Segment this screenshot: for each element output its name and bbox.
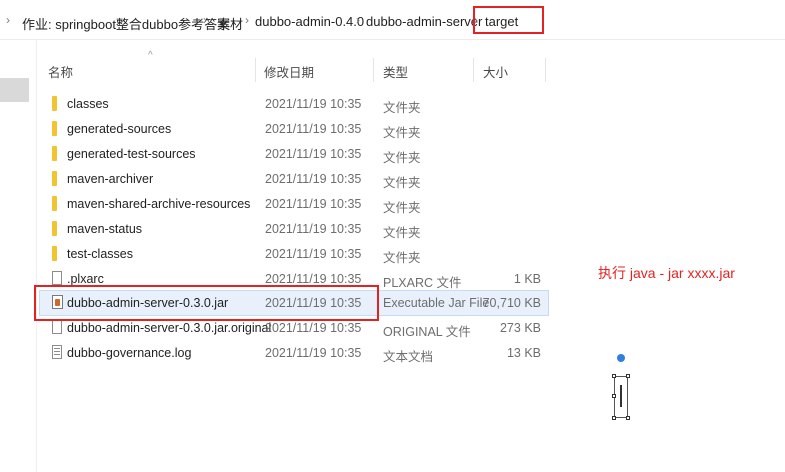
navigation-pane[interactable] bbox=[0, 40, 37, 472]
file-type: PLXARC 文件 bbox=[383, 276, 462, 290]
resize-handle[interactable] bbox=[612, 416, 616, 420]
file-date: 2021/11/19 10:35 bbox=[265, 296, 362, 310]
text-cursor-icon bbox=[620, 385, 622, 407]
column-divider[interactable] bbox=[545, 58, 546, 82]
folder-icon bbox=[52, 121, 57, 136]
jar-file-icon bbox=[52, 295, 63, 309]
folder-icon bbox=[52, 171, 57, 186]
folder-icon bbox=[52, 196, 57, 211]
file-name: maven-archiver bbox=[67, 172, 154, 186]
chevron-right-icon[interactable]: › bbox=[356, 13, 360, 27]
file-date: 2021/11/19 10:35 bbox=[265, 247, 362, 261]
breadcrumb-item-target[interactable]: target bbox=[485, 14, 518, 29]
file-date: 2021/11/19 10:35 bbox=[265, 97, 362, 111]
breadcrumb-item-dubbo-admin[interactable]: dubbo-admin-0.4.0 bbox=[255, 14, 364, 29]
file-name: maven-shared-archive-resources bbox=[67, 197, 251, 211]
file-type: 文件夹 bbox=[383, 226, 421, 240]
list-item[interactable]: classes 2021/11/19 10:35 文件夹 bbox=[40, 92, 548, 116]
list-item[interactable]: dubbo-admin-server-0.3.0.jar.original 20… bbox=[40, 316, 548, 340]
column-header-type[interactable]: 类型 bbox=[383, 62, 408, 81]
navigation-selected-item[interactable] bbox=[0, 78, 29, 102]
list-item[interactable]: maven-shared-archive-resources 2021/11/1… bbox=[40, 192, 548, 216]
annotation-text: 执行 java - jar xxxx.jar bbox=[598, 265, 735, 281]
column-divider[interactable] bbox=[255, 58, 256, 82]
folder-icon bbox=[52, 246, 57, 261]
file-date: 2021/11/19 10:35 bbox=[265, 147, 362, 161]
file-type: ORIGINAL 文件 bbox=[383, 325, 471, 339]
sort-up-icon: ^ bbox=[148, 50, 153, 61]
breadcrumb: › 作业: springboot整合dubbo参考答案 › 素材 › dubbo… bbox=[0, 0, 785, 40]
chevron-right-icon[interactable]: › bbox=[203, 13, 207, 27]
file-date: 2021/11/19 10:35 bbox=[265, 222, 362, 236]
column-divider[interactable] bbox=[473, 58, 474, 82]
file-date: 2021/11/19 10:35 bbox=[265, 172, 362, 186]
blue-dot-marker bbox=[617, 354, 625, 362]
chevron-right-icon[interactable]: › bbox=[474, 13, 478, 27]
file-type: 文件夹 bbox=[383, 101, 421, 115]
list-item[interactable]: generated-test-sources 2021/11/19 10:35 … bbox=[40, 142, 548, 166]
file-type: 文件夹 bbox=[383, 126, 421, 140]
file-type: 文件夹 bbox=[383, 151, 421, 165]
column-divider[interactable] bbox=[373, 58, 374, 82]
file-size: 13 KB bbox=[506, 346, 541, 360]
file-type: 文件夹 bbox=[383, 201, 421, 215]
file-name: generated-sources bbox=[67, 122, 172, 136]
chevron-right-icon[interactable]: › bbox=[6, 13, 10, 27]
file-icon bbox=[52, 271, 62, 285]
list-item-selected[interactable]: dubbo-admin-server-0.3.0.jar 2021/11/19 … bbox=[39, 290, 549, 316]
breadcrumb-item-materials[interactable]: 素材 bbox=[217, 14, 243, 33]
text-document-icon bbox=[52, 345, 62, 359]
resize-handle[interactable] bbox=[626, 374, 630, 378]
list-item[interactable]: .plxarc 2021/11/19 10:35 PLXARC 文件 1 KB bbox=[40, 267, 548, 291]
file-size: 70,710 KB bbox=[482, 296, 541, 310]
file-type: 文件夹 bbox=[383, 251, 421, 265]
column-header-date[interactable]: 修改日期 bbox=[264, 62, 314, 81]
file-date: 2021/11/19 10:35 bbox=[265, 321, 362, 335]
file-date: 2021/11/19 10:35 bbox=[265, 346, 362, 360]
file-type: 文件夹 bbox=[383, 176, 421, 190]
breadcrumb-item-dubbo-admin-server[interactable]: dubbo-admin-server bbox=[366, 14, 482, 29]
folder-icon bbox=[52, 221, 57, 236]
file-date: 2021/11/19 10:35 bbox=[265, 197, 362, 211]
resize-handle[interactable] bbox=[612, 374, 616, 378]
file-name: .plxarc bbox=[67, 272, 104, 286]
list-item[interactable]: dubbo-governance.log 2021/11/19 10:35 文本… bbox=[40, 341, 548, 365]
column-header-size[interactable]: 大小 bbox=[483, 62, 508, 81]
file-type: 文本文档 bbox=[383, 350, 434, 364]
file-date: 2021/11/19 10:35 bbox=[265, 122, 362, 136]
file-name: dubbo-admin-server-0.3.0.jar.original bbox=[67, 321, 272, 335]
file-date: 2021/11/19 10:35 bbox=[265, 272, 362, 286]
list-item[interactable]: maven-status 2021/11/19 10:35 文件夹 bbox=[40, 217, 548, 241]
list-item[interactable]: generated-sources 2021/11/19 10:35 文件夹 bbox=[40, 117, 548, 141]
file-name: classes bbox=[67, 97, 109, 111]
file-name: dubbo-governance.log bbox=[67, 346, 192, 360]
file-size: 1 KB bbox=[513, 272, 541, 286]
folder-icon bbox=[52, 96, 57, 111]
breadcrumb-item-homework[interactable]: 作业: springboot整合dubbo参考答案 bbox=[22, 14, 230, 33]
file-type: Executable Jar File bbox=[383, 296, 490, 310]
list-item[interactable]: maven-archiver 2021/11/19 10:35 文件夹 bbox=[40, 167, 548, 191]
chevron-right-icon[interactable]: › bbox=[245, 13, 249, 27]
file-name: test-classes bbox=[67, 247, 133, 261]
text-insertion-box[interactable] bbox=[612, 374, 630, 420]
resize-handle[interactable] bbox=[612, 394, 616, 398]
resize-handle[interactable] bbox=[626, 416, 630, 420]
folder-icon bbox=[52, 146, 57, 161]
column-header-name[interactable]: 名称 bbox=[48, 62, 73, 81]
file-icon bbox=[52, 320, 62, 334]
file-size: 273 KB bbox=[499, 321, 541, 335]
file-name: maven-status bbox=[67, 222, 143, 236]
file-name: dubbo-admin-server-0.3.0.jar bbox=[67, 296, 229, 310]
file-name: generated-test-sources bbox=[67, 147, 196, 161]
list-item[interactable]: test-classes 2021/11/19 10:35 文件夹 bbox=[40, 242, 548, 266]
